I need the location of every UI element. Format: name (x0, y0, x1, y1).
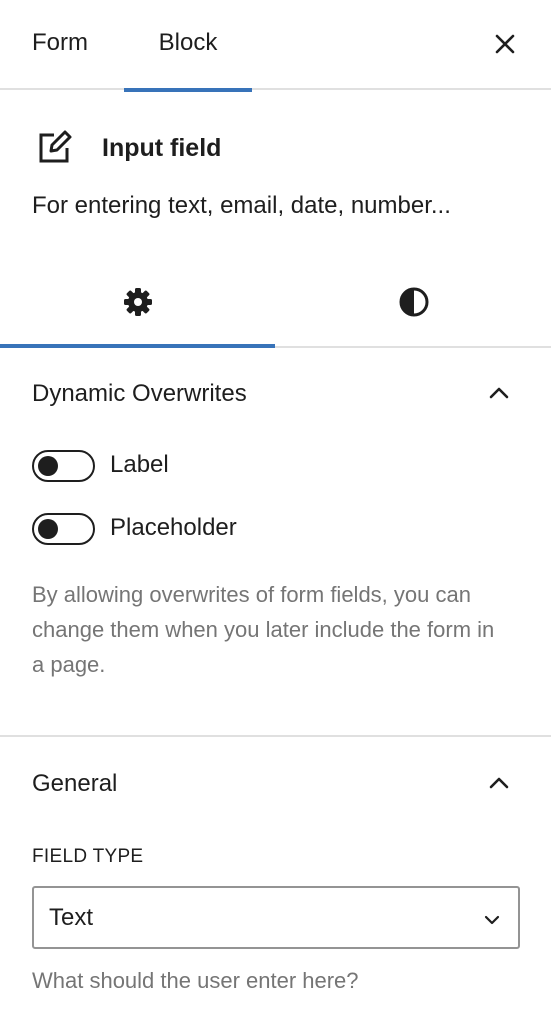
gear-icon (123, 288, 152, 316)
toggle-knob (38, 456, 58, 476)
edit-icon (39, 130, 72, 163)
chevron-up-icon (489, 777, 509, 789)
block-sub-tabs (0, 258, 551, 348)
toggle-row-label: Label (32, 448, 512, 484)
contrast-icon (399, 287, 428, 317)
inspector-tabs: Form Block (0, 0, 551, 92)
tab-settings[interactable] (0, 258, 275, 348)
close-icon (495, 34, 515, 54)
tab-styles[interactable] (276, 258, 551, 346)
toggle-row-placeholder: Placeholder (32, 511, 512, 547)
toggle-knob (38, 519, 58, 539)
general-title: General (32, 770, 118, 797)
toggle-label: Label (110, 451, 169, 478)
active-subtab-indicator (0, 344, 275, 348)
active-tab-indicator (124, 88, 252, 92)
dynamic-overwrites-help: By allowing overwrites of form fields, y… (32, 582, 495, 677)
field-type-value: Text (49, 904, 94, 931)
field-type-label: FIELD TYPE (32, 846, 144, 867)
chevron-up-icon (489, 387, 509, 399)
dynamic-overwrites-header[interactable]: Dynamic Overwrites (32, 374, 522, 414)
block-inspector-panel: Form Block Input field For entering text… (0, 0, 551, 1024)
section-divider (0, 735, 551, 737)
toggle-label: Placeholder (110, 514, 237, 541)
tab-block-label: Block (158, 29, 218, 56)
general-header[interactable]: General (32, 764, 522, 804)
label-overwrite-toggle[interactable] (32, 450, 95, 482)
block-title: Input field (102, 134, 222, 162)
chevron-down-icon (484, 915, 500, 925)
dynamic-overwrites-title: Dynamic Overwrites (32, 380, 247, 407)
placeholder-overwrite-toggle[interactable] (32, 513, 95, 545)
block-description: For entering text, email, date, number..… (32, 192, 451, 219)
tab-block[interactable]: Block (124, 0, 252, 92)
tab-form[interactable]: Form (32, 0, 88, 90)
close-button[interactable] (487, 26, 523, 62)
field-type-select[interactable]: Text (32, 886, 520, 949)
field-type-help: What should the user enter here? (32, 968, 359, 993)
